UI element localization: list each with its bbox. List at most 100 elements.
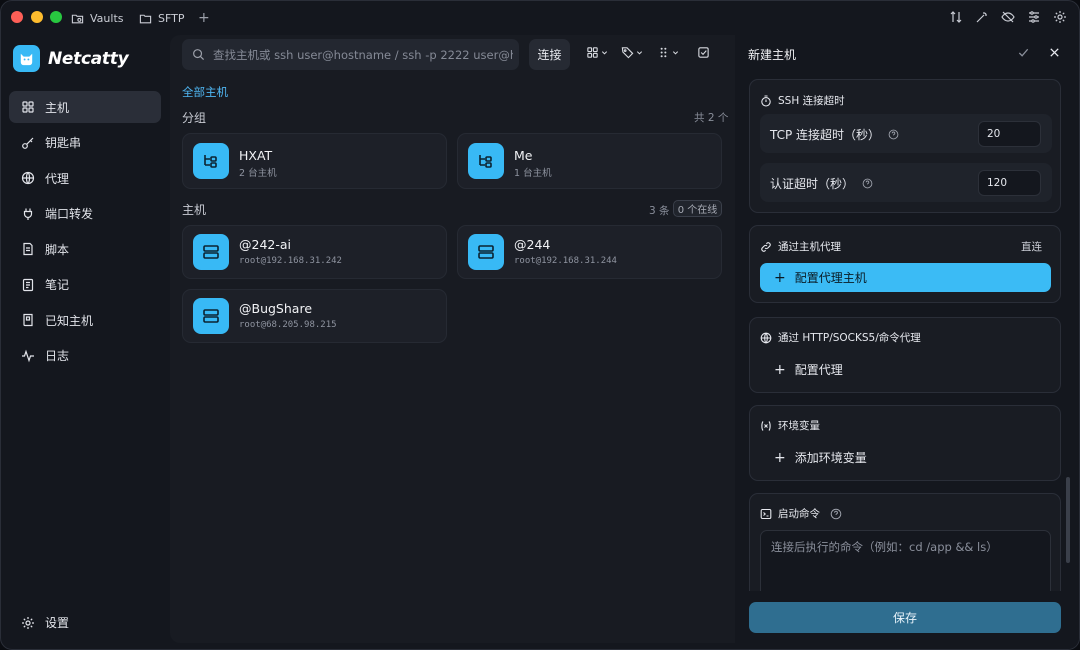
gear-icon (22, 616, 34, 629)
magic-wand-icon[interactable] (975, 10, 989, 24)
sidebar-item-label: 脚本 (45, 242, 70, 257)
section-title: 通过主机代理 (778, 241, 841, 253)
sliders-icon[interactable] (1027, 10, 1041, 24)
minimize-window-button[interactable] (31, 11, 43, 23)
sidebar-item-logs[interactable]: 日志 (9, 340, 161, 372)
group-icon (193, 143, 229, 179)
group-name: HXAT (239, 148, 273, 163)
sidebar-item-label: 端口转发 (45, 207, 94, 221)
checkbox-icon (698, 47, 709, 58)
tag-filter-button[interactable] (621, 46, 643, 59)
host-card-244[interactable]: @244 root@192.168.31.244 (457, 225, 722, 279)
tab-sftp[interactable]: SFTP (139, 9, 184, 27)
select-mode-button[interactable] (697, 46, 710, 59)
groups-count: 共 2 个 (694, 112, 729, 124)
connect-button[interactable]: 连接 (529, 39, 570, 70)
maximize-window-button[interactable] (50, 11, 62, 23)
tag-icon (621, 47, 634, 59)
new-tab-button[interactable]: + (198, 9, 210, 27)
auth-timeout-input[interactable]: 120 (978, 170, 1041, 196)
configure-proxy-host-button[interactable]: + 配置代理主机 (760, 263, 1051, 292)
http-proxy-section: 通过 HTTP/SOCKS5/命令代理 + 配置代理 (749, 317, 1061, 393)
section-title: 通过 HTTP/SOCKS5/命令代理 (778, 332, 921, 344)
check-icon[interactable] (1017, 46, 1030, 59)
group-card-hxat[interactable]: HXAT 2 台主机 (182, 133, 447, 189)
tcp-timeout-row: TCP 连接超时（秒） 20 (760, 114, 1052, 153)
search-bar[interactable] (182, 39, 519, 70)
chevron-down-icon (636, 51, 643, 55)
note-icon (22, 278, 34, 291)
panel-scrollbar[interactable] (1066, 477, 1070, 563)
folder-icon (139, 14, 152, 23)
close-window-button[interactable] (11, 11, 23, 23)
configure-proxy-button[interactable]: + 配置代理 (774, 361, 843, 378)
button-label: 配置代理主机 (794, 271, 867, 285)
key-icon (22, 137, 34, 149)
plus-icon: + (774, 361, 786, 378)
host-name: @242-ai (239, 237, 292, 252)
button-label: 配置代理 (794, 363, 843, 377)
group-host-count: 1 台主机 (514, 168, 552, 179)
netcatty-logo-icon (13, 45, 40, 72)
tab-label: Vaults (90, 11, 124, 25)
gear-icon[interactable] (1053, 10, 1067, 24)
auth-timeout-row: 认证超时（秒） 120 (760, 163, 1052, 202)
drag-dots-icon (660, 47, 667, 58)
sidebar-item-proxy[interactable]: 代理 (9, 162, 161, 194)
variable-icon (761, 420, 771, 431)
view-mode-button[interactable] (586, 46, 608, 59)
add-env-var-button[interactable]: + 添加环境变量 (774, 449, 867, 466)
auth-timeout-label: 认证超时（秒） (770, 175, 873, 192)
search-icon (193, 49, 205, 61)
globe-icon (760, 332, 772, 343)
sidebar-nav: 主机 钥匙串 代理 端口转发 脚本 笔记 已知主机 日志 (9, 91, 161, 375)
tcp-timeout-input[interactable]: 20 (978, 121, 1041, 147)
grid-icon (22, 101, 34, 113)
help-circle-icon[interactable] (888, 129, 899, 140)
server-icon (468, 234, 504, 270)
titlebar-actions (949, 10, 1067, 24)
group-icon (468, 143, 504, 179)
sort-button[interactable] (657, 46, 679, 59)
sidebar-settings[interactable]: 设置 (21, 614, 69, 631)
host-card-242-ai[interactable]: @242-ai root@192.168.31.242 (182, 225, 447, 279)
host-name: @244 (514, 237, 551, 252)
sidebar-item-hosts[interactable]: 主机 (9, 91, 161, 123)
sidebar-item-label: 主机 (45, 100, 70, 115)
eye-off-icon[interactable] (1001, 10, 1015, 24)
save-button[interactable]: 保存 (749, 602, 1061, 633)
chevron-down-icon (601, 51, 608, 55)
plus-icon: + (774, 269, 786, 286)
sidebar-item-known-hosts[interactable]: 已知主机 (9, 304, 161, 336)
tab-vaults[interactable]: Vaults (71, 9, 123, 27)
host-name: @BugShare (239, 301, 313, 316)
host-proxy-section: 通过主机代理 直连 + 配置代理主机 (749, 225, 1061, 303)
sort-arrows-icon[interactable] (949, 10, 963, 24)
sidebar-item-port-forwarding[interactable]: 端口转发 (9, 198, 161, 230)
app-window: Vaults SFTP + Netcatty 主机 钥匙串 代理 端口转发 脚本… (0, 0, 1080, 650)
close-icon[interactable] (1048, 46, 1061, 59)
panel-title: 新建主机 (748, 48, 797, 62)
breadcrumb[interactable]: 全部主机 (182, 84, 228, 100)
help-circle-icon[interactable] (830, 508, 842, 520)
script-icon (23, 242, 33, 256)
section-header: SSH 连接超时 (760, 93, 845, 108)
grid-icon (587, 47, 598, 58)
sidebar-item-notes[interactable]: 笔记 (9, 269, 161, 301)
groups-section-title: 分组 (182, 111, 207, 125)
sidebar-item-keychain[interactable]: 钥匙串 (9, 127, 161, 159)
startup-command-section: 启动命令 连接后执行的命令（例如：cd /app && ls） (749, 493, 1061, 591)
host-address: root@192.168.31.244 (514, 256, 617, 266)
sidebar-item-scripts[interactable]: 脚本 (9, 233, 161, 265)
group-host-count: 2 台主机 (239, 168, 277, 179)
help-circle-icon[interactable] (862, 178, 873, 189)
terminal-icon (760, 508, 772, 519)
group-card-me[interactable]: Me 1 台主机 (457, 133, 722, 189)
startup-command-input[interactable]: 连接后执行的命令（例如：cd /app && ls） (760, 530, 1051, 591)
brand-name: Netcatty (48, 48, 129, 69)
button-label: 添加环境变量 (794, 451, 867, 465)
host-card-bugshare[interactable]: @BugShare root@68.205.98.215 (182, 289, 447, 343)
online-badge: 0 个在线 (673, 200, 722, 217)
search-input[interactable] (213, 47, 513, 62)
panel-scroll-area[interactable]: SSH 连接超时 TCP 连接超时（秒） 20 认证超时（秒） 120 通过主机… (736, 71, 1079, 591)
